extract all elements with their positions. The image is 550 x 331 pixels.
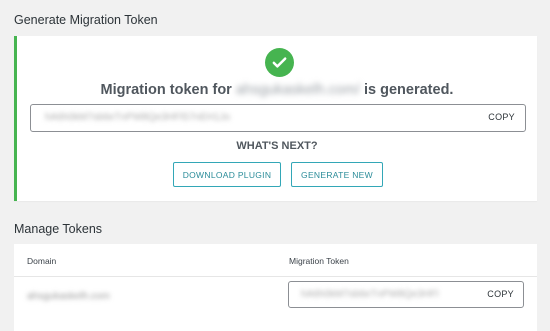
manage-tokens-title: Manage Tokens — [14, 222, 103, 236]
message-prefix: Migration token for — [100, 82, 232, 98]
domain-column-header: Domain — [27, 256, 57, 266]
generate-new-button[interactable]: GENERATE NEW — [291, 162, 383, 187]
message-suffix: is generated. — [364, 82, 454, 98]
generated-token-field[interactable]: hA6h0kM7sb6eTnPW8Qe3HFlS7nEH1Jo COPY — [30, 104, 526, 132]
row-domain: ahsgukaskelh.com — [27, 291, 110, 302]
row-copy-button[interactable]: COPY — [487, 289, 514, 299]
download-plugin-button[interactable]: DOWNLOAD PLUGIN — [173, 162, 281, 187]
generated-message: Migration token for ahsgukaskelh.com/ is… — [17, 82, 537, 98]
generate-section-title: Generate Migration Token — [14, 13, 158, 27]
success-check-icon — [265, 48, 294, 77]
generated-token-value: hA6h0kM7sb6eTnPW8Qe3HFlS7nEH1Jo — [45, 112, 231, 123]
tokens-table-header: Domain Migration Token — [14, 244, 537, 277]
row-token-field[interactable]: hA6h0kM7sb6eTnPW8Qe3HFl COPY — [288, 281, 524, 308]
copy-token-button[interactable]: COPY — [488, 112, 515, 122]
row-token-value: hA6h0kM7sb6eTnPW8Qe3HFl — [301, 289, 439, 300]
whats-next-heading: WHAT'S NEXT? — [236, 140, 318, 152]
generated-domain: ahsgukaskelh.com/ — [235, 82, 360, 98]
tokens-table: Domain Migration Token ahsgukaskelh.com … — [14, 244, 537, 331]
token-column-header: Migration Token — [289, 256, 349, 266]
token-generated-card: Migration token for ahsgukaskelh.com/ is… — [14, 36, 537, 201]
